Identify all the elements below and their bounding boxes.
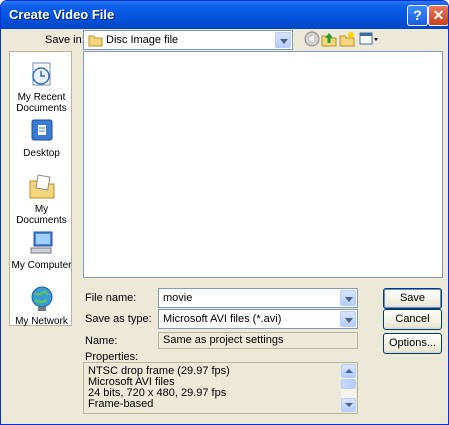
new-folder-icon[interactable]: [339, 31, 355, 47]
place-my-network[interactable]: My Network: [10, 284, 73, 327]
save-in-dropdown[interactable]: Disc Image file: [83, 30, 293, 50]
properties-scrollbar[interactable]: [341, 364, 356, 412]
file-name-input[interactable]: movie: [158, 288, 358, 308]
places-bar: My Recent Documents Desktop My Documents…: [9, 51, 73, 327]
place-label: My Computer: [11, 260, 72, 271]
name-label: Name:: [85, 335, 118, 347]
scroll-thumb[interactable]: [341, 379, 356, 389]
my-documents-icon: [27, 172, 57, 202]
folder-icon: [88, 34, 103, 50]
chevron-down-icon[interactable]: [340, 290, 356, 306]
help-button[interactable]: ?: [407, 5, 428, 26]
place-my-computer[interactable]: My Computer: [10, 228, 73, 271]
chevron-down-icon[interactable]: [275, 32, 291, 48]
file-name-value: movie: [163, 292, 193, 304]
place-desktop[interactable]: Desktop: [10, 116, 73, 159]
save-as-type-label: Save as type:: [85, 313, 152, 325]
file-name-label: File name:: [85, 292, 137, 304]
desktop-icon: [27, 116, 57, 146]
recent-documents-icon: [27, 60, 57, 90]
scroll-down-icon[interactable]: [341, 398, 356, 412]
create-video-file-dialog: Create Video File ? ✕ Save in: Disc Imag…: [0, 0, 449, 425]
save-in-value: Disc Image file: [106, 34, 179, 46]
views-menu-icon[interactable]: [359, 31, 379, 47]
place-my-recent-documents[interactable]: My Recent Documents: [10, 60, 73, 114]
place-label: My Network: [15, 316, 68, 327]
name-value: Same as project settings: [158, 332, 358, 349]
file-list[interactable]: [83, 51, 443, 278]
place-label: My Documents: [16, 204, 67, 226]
cancel-button[interactable]: Cancel: [383, 309, 442, 330]
properties-box: NTSC drop frame (29.97 fps) Microsoft AV…: [83, 362, 358, 414]
save-as-type-value: Microsoft AVI files (*.avi): [163, 313, 282, 325]
place-label: Desktop: [23, 148, 60, 159]
save-button[interactable]: Save: [383, 288, 442, 309]
close-button[interactable]: ✕: [428, 5, 448, 26]
my-computer-icon: [27, 228, 57, 258]
title-bar[interactable]: Create Video File ? ✕: [1, 1, 448, 29]
place-label: Documents: [16, 103, 67, 114]
my-network-icon: [27, 284, 57, 314]
up-folder-icon[interactable]: [321, 31, 337, 47]
save-in-label: Save in:: [45, 34, 85, 46]
options-button[interactable]: Options...: [383, 333, 442, 354]
place-my-documents[interactable]: My Documents: [10, 172, 73, 226]
chevron-down-icon[interactable]: [340, 311, 356, 327]
scroll-up-icon[interactable]: [341, 364, 356, 378]
window-title: Create Video File: [9, 7, 115, 22]
save-as-type-dropdown[interactable]: Microsoft AVI files (*.avi): [158, 309, 358, 329]
place-label: My Recent: [17, 92, 66, 103]
back-icon[interactable]: [304, 31, 320, 47]
property-line: Frame-based: [88, 398, 154, 410]
